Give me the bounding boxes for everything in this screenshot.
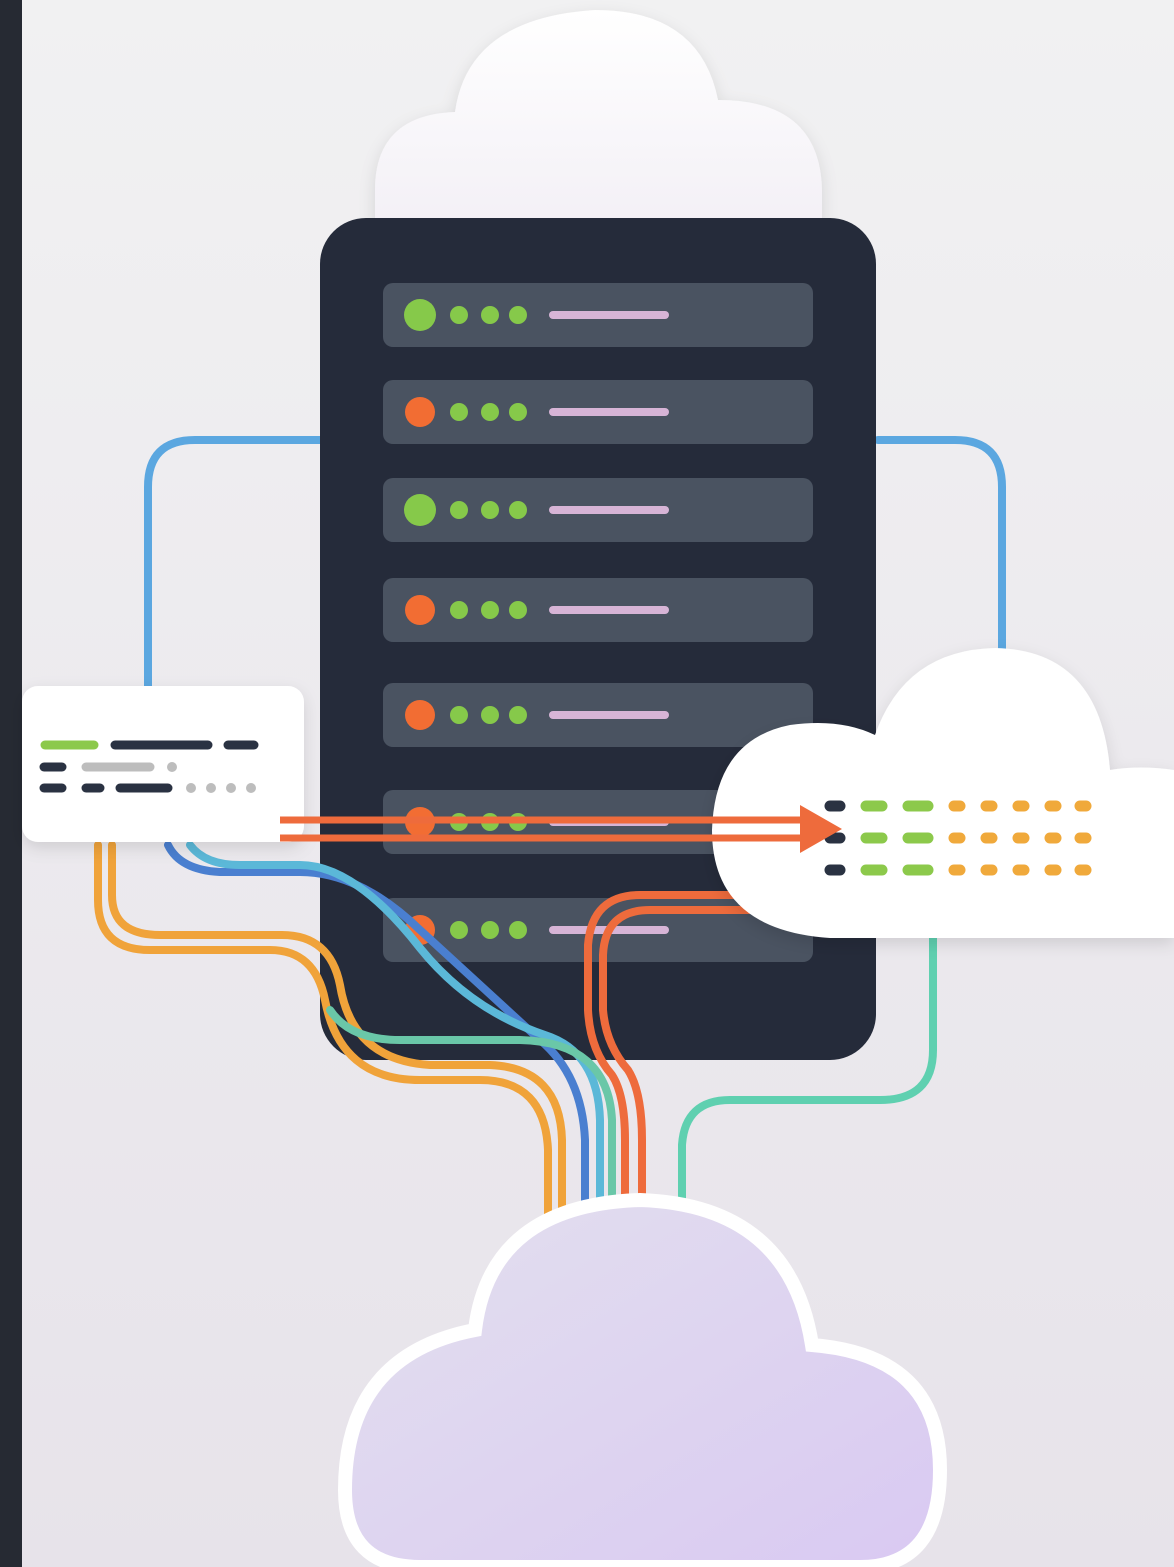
activity-dot: [481, 601, 499, 619]
activity-dot: [450, 501, 468, 519]
activity-dot: [509, 403, 527, 421]
activity-dot: [509, 706, 527, 724]
status-light: [405, 595, 435, 625]
activity-dot: [509, 601, 527, 619]
network-diagram: [0, 0, 1174, 1567]
activity-dot: [450, 706, 468, 724]
status-light: [404, 299, 436, 331]
activity-dot: [481, 706, 499, 724]
server-slot: [383, 478, 813, 542]
activity-dot: [481, 921, 499, 939]
data-card-icon: [22, 686, 304, 842]
server-slot: [383, 683, 813, 747]
activity-dot: [481, 501, 499, 519]
activity-dot: [509, 921, 527, 939]
activity-dot: [450, 601, 468, 619]
activity-dot: [509, 501, 527, 519]
left-dark-strip: [0, 0, 22, 1567]
activity-dot: [450, 921, 468, 939]
activity-dot: [481, 306, 499, 324]
server-slot: [383, 283, 813, 347]
activity-dot: [509, 306, 527, 324]
activity-dot: [450, 306, 468, 324]
server-slot: [383, 380, 813, 444]
status-light: [405, 700, 435, 730]
status-light: [404, 494, 436, 526]
server-slot: [383, 578, 813, 642]
activity-dot: [481, 403, 499, 421]
activity-dot: [450, 403, 468, 421]
status-light: [405, 397, 435, 427]
